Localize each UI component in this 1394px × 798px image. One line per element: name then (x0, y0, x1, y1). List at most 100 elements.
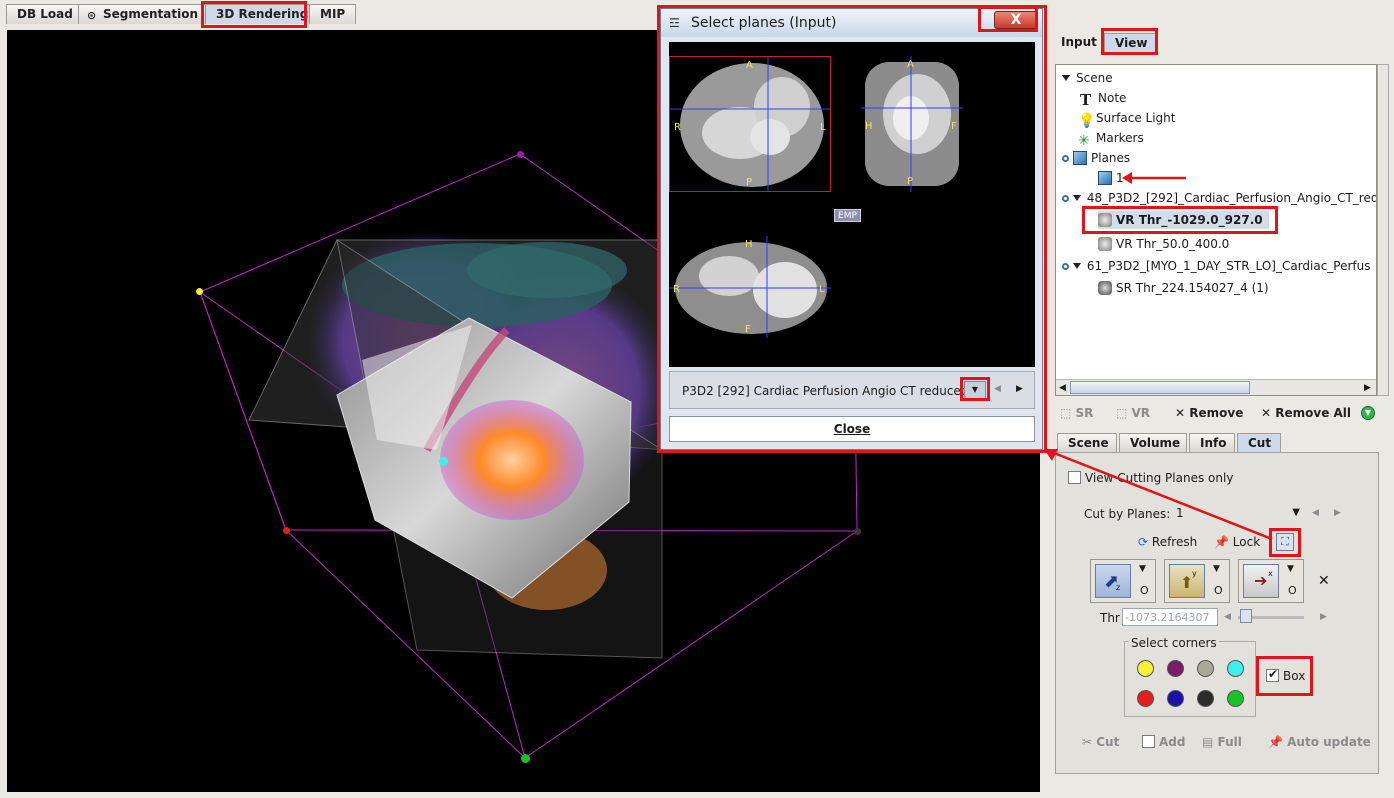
orient-label: P (746, 177, 753, 188)
corner-marker-green[interactable] (521, 754, 530, 763)
corner-marker-dark[interactable] (854, 528, 861, 535)
corner-black-button[interactable] (1197, 690, 1214, 707)
emp-label: EMP (834, 209, 861, 222)
auto-update-button[interactable]: 📌 Auto update (1268, 735, 1371, 749)
x-multi-icon: ✕ (1261, 406, 1272, 420)
axis-label: z (1116, 583, 1121, 592)
sagittal-slice[interactable]: A H F P (861, 56, 963, 192)
cut-x-button[interactable]: ➔ x ▼ O (1238, 559, 1304, 603)
checkbox-label: Box (1283, 669, 1306, 683)
checkbox-label: Add (1159, 735, 1186, 749)
tree-node-sr-thr[interactable]: SR Thr_224.154027_4 (1) (1098, 279, 1269, 297)
orient-label: H (745, 239, 753, 250)
tab-3d-rendering[interactable]: 3D Rendering (205, 4, 320, 24)
remove-button[interactable]: ✕ Remove (1175, 406, 1243, 420)
orient-label: F (951, 121, 957, 132)
series-select[interactable]: P3D2 [292] Cardiac Perfusion Angio CT re… (669, 371, 1035, 409)
thr-slider-thumb[interactable] (1240, 609, 1252, 623)
scroll-left-arrow[interactable]: ◀ (1059, 383, 1066, 393)
dropdown-arrow-icon[interactable]: ▼ (1139, 564, 1146, 574)
sr-button[interactable]: ⬚ SR (1060, 406, 1093, 420)
plane-preview[interactable]: A R L P A H F P EMP H R L F (669, 42, 1035, 367)
prev-series-icon[interactable]: ◀ (994, 384, 1001, 394)
node-label: VR Thr_50.0_400.0 (1116, 237, 1230, 251)
node-label: Surface Light (1096, 111, 1176, 125)
box-checkbox[interactable]: Box (1266, 667, 1306, 683)
full-button[interactable]: ▤ Full (1202, 735, 1242, 749)
vr-button[interactable]: ⬚ VR (1116, 406, 1150, 420)
corner-gray-button[interactable] (1197, 660, 1214, 677)
orient-label: H (865, 121, 873, 132)
expand-circle-icon[interactable]: ▼ (1361, 406, 1375, 420)
volume-icon (1098, 237, 1112, 251)
tree-node-series-48[interactable]: 48_P3D2_[292]_Cardiac_Perfusion_Angio_CT… (1062, 189, 1376, 207)
tree-node-planes[interactable]: Planes (1062, 149, 1130, 167)
cut-y-button[interactable]: ⬆ y ▼ O (1164, 559, 1230, 603)
full-icon: ▤ (1202, 735, 1214, 749)
tree-node-vr-thr-1029[interactable]: VR Thr_-1029.0_927.0 (1098, 211, 1269, 229)
corner-purple-button[interactable] (1167, 660, 1184, 677)
btn-label: VR (1131, 406, 1151, 420)
transaxial-slice[interactable]: A R L P (669, 56, 831, 192)
volume-icon (1098, 213, 1112, 227)
btn-label: Auto update (1287, 735, 1371, 749)
annotation-arrow (1122, 172, 1186, 184)
tab-db-load[interactable]: DB Load (6, 4, 84, 24)
btn-label: Remove All (1275, 406, 1352, 420)
corner-marker-red[interactable] (283, 527, 290, 534)
corner-yellow-button[interactable] (1137, 660, 1154, 677)
dialog-title: Select planes (Input) (691, 15, 837, 31)
corner-marker-purple[interactable] (517, 151, 524, 158)
remove-all-button[interactable]: ✕ Remove All (1261, 406, 1351, 420)
dropdown-arrow-icon[interactable]: ▼ (1287, 564, 1294, 574)
tree-node-series-61[interactable]: 61_P3D2_[MYO_1_DAY_STR_LO]_Cardiac_Perfu… (1062, 257, 1371, 275)
tree-node-surface-light[interactable]: 💡Surface Light (1078, 109, 1176, 129)
corner-green-button[interactable] (1227, 690, 1244, 707)
dialog-title-bar[interactable]: ☲ Select planes (Input) X (661, 9, 1042, 37)
tree-vscrollbar[interactable] (1377, 64, 1389, 396)
mode-label: O (1214, 584, 1223, 597)
mode-label: O (1140, 584, 1149, 597)
tree-node-vr-thr-50[interactable]: VR Thr_50.0_400.0 (1098, 235, 1229, 253)
corner-red-button[interactable] (1137, 690, 1154, 707)
scroll-thumb[interactable] (1070, 381, 1250, 394)
tab-mip[interactable]: MIP (309, 4, 357, 24)
corner-marker-yellow[interactable] (196, 288, 203, 295)
prev-plane-icon[interactable]: ◀ (1312, 508, 1319, 518)
select-corners-group: Select corners (1124, 636, 1256, 717)
orient-label: P (907, 176, 914, 187)
next-series-icon[interactable]: ▶ (1016, 384, 1023, 394)
y-plane-icon: ⬆ y (1169, 564, 1205, 598)
tab-input[interactable]: Input (1051, 33, 1107, 52)
close-button[interactable]: Close (669, 416, 1035, 442)
series-dropdown-button[interactable]: ▼ (964, 381, 986, 399)
tree-node-scene[interactable]: Scene (1062, 69, 1113, 87)
corner-cyan-button[interactable] (1227, 660, 1244, 677)
thr-slider-right[interactable]: ▶ (1320, 612, 1327, 622)
mode-label: O (1288, 584, 1297, 597)
scene-tree[interactable]: Scene T Note 💡Surface Light ✳ Markers Plan… (1055, 64, 1377, 396)
coronal-slice[interactable]: H R L F (669, 236, 831, 338)
dropdown-arrow-icon[interactable]: ▼ (1213, 564, 1220, 574)
close-window-button[interactable]: X (994, 11, 1038, 29)
cut-button[interactable]: ✂ Cut (1082, 735, 1119, 749)
tree-node-note[interactable]: T Note (1080, 89, 1126, 109)
orient-label: R (674, 122, 681, 133)
corner-marker-cyan[interactable] (439, 457, 448, 466)
x-plane-icon: ➔ x (1243, 564, 1279, 598)
next-plane-icon[interactable]: ▶ (1334, 508, 1341, 518)
add-checkbox[interactable]: Add (1142, 735, 1185, 749)
corner-blue-button[interactable] (1167, 690, 1184, 707)
thr-input[interactable] (1122, 608, 1218, 626)
tree-hscrollbar[interactable]: ◀ ▶ (1056, 379, 1376, 395)
tree-node-markers[interactable]: ✳ Markers (1078, 129, 1144, 149)
btn-label: SR (1075, 406, 1094, 420)
orient-label: A (746, 60, 753, 71)
remove-cut-icon[interactable]: ✕ (1318, 573, 1330, 589)
thr-slider-left[interactable]: ◀ (1224, 612, 1231, 622)
scroll-right-arrow[interactable]: ▶ (1364, 383, 1371, 393)
tab-segmentation[interactable]: ⊙ Segmentation (78, 4, 210, 24)
cut-z-button[interactable]: ⬈ z ▼ O (1090, 559, 1156, 603)
tab-view[interactable]: View (1104, 33, 1159, 52)
segmentation-icon: ⊙ (87, 9, 97, 22)
